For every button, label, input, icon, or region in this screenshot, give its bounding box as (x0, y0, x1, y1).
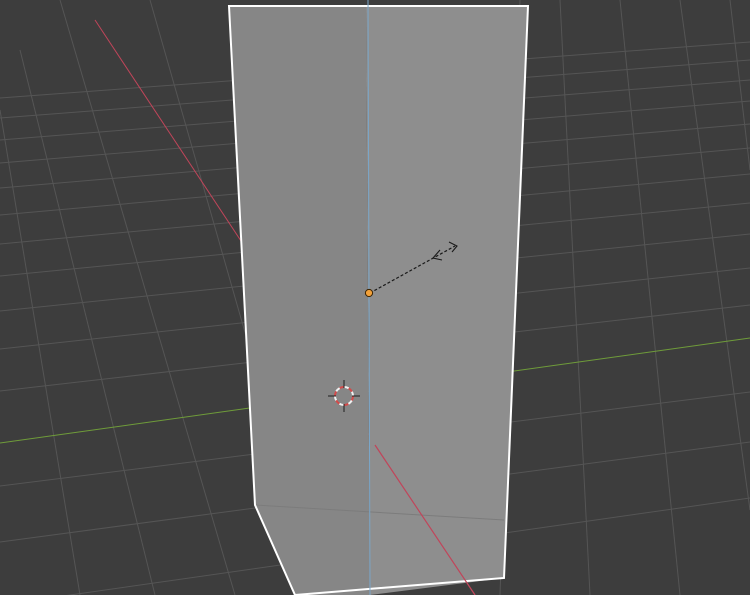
3d-viewport[interactable] (0, 0, 750, 595)
cube-object[interactable] (227, 5, 530, 595)
origin-dot-icon[interactable] (364, 288, 374, 298)
viewport-scene[interactable] (0, 0, 750, 595)
cube-front-face[interactable] (366, 6, 528, 595)
